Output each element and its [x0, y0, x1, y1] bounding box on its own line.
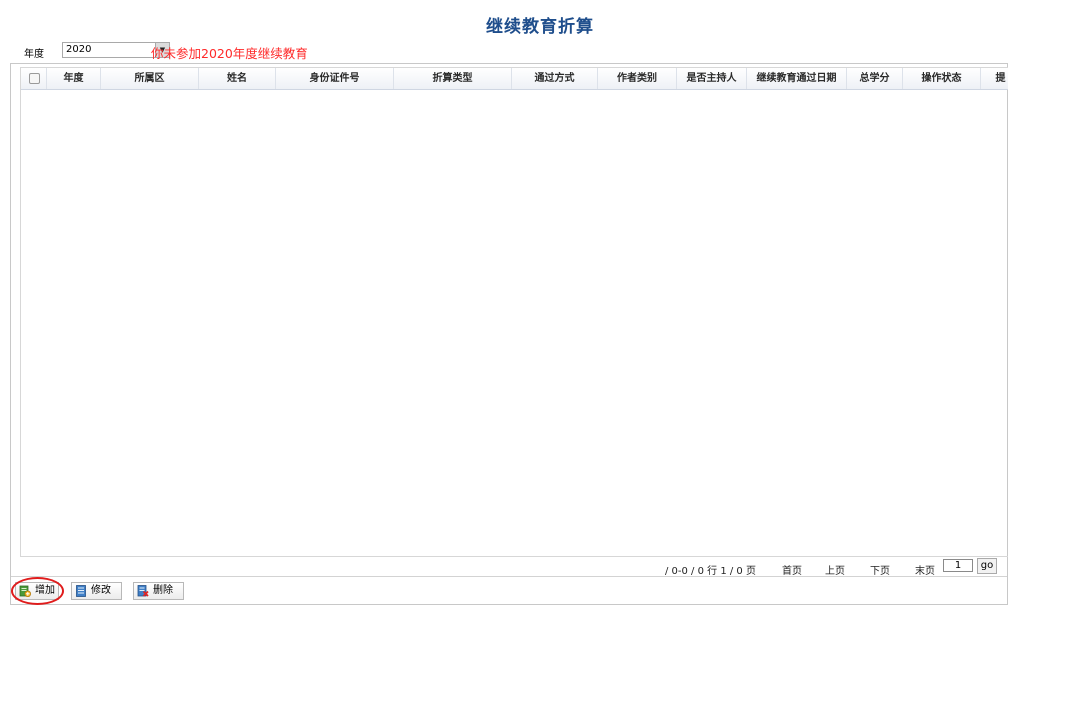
add-button[interactable]: 增加 — [15, 582, 59, 600]
col-header-conversion-type[interactable]: 折算类型 — [394, 68, 512, 89]
pager: / 0-0 / 0 行 1 / 0 页 首页 上页 下页 末页 1 go — [11, 558, 1007, 578]
last-page-link[interactable]: 末页 — [915, 562, 935, 577]
select-all-cell — [21, 68, 47, 89]
participation-notice: 你未参加2020年度继续教育 — [151, 46, 308, 61]
col-header-name[interactable]: 姓名 — [199, 68, 276, 89]
delete-button[interactable]: 删除 — [133, 582, 184, 600]
go-button[interactable]: go — [977, 558, 997, 574]
edit-button-label: 修改 — [91, 585, 111, 596]
col-header-author-type[interactable]: 作者类别 — [598, 68, 677, 89]
col-header-id-number[interactable]: 身份证件号 — [276, 68, 394, 89]
grid-panel: 年度 所属区 姓名 身份证件号 折算类型 通过方式 作者类别 是否主持人 继续教… — [10, 63, 1008, 605]
next-page-link[interactable]: 下页 — [870, 562, 890, 577]
col-header-op-status[interactable]: 操作状态 — [903, 68, 981, 89]
add-record-icon — [19, 585, 31, 597]
year-select-value: 2020 — [66, 44, 92, 55]
col-header-submit[interactable]: 提 — [981, 68, 1008, 89]
filter-bar: 年度 2020 ▼ 你未参加2020年度继续教育 — [24, 42, 624, 61]
data-grid: 年度 所属区 姓名 身份证件号 折算类型 通过方式 作者类别 是否主持人 继续教… — [20, 67, 1008, 557]
col-header-total-credits[interactable]: 总学分 — [847, 68, 903, 89]
add-button-label: 增加 — [35, 585, 55, 596]
col-header-pass-method[interactable]: 通过方式 — [512, 68, 598, 89]
col-header-district[interactable]: 所属区 — [101, 68, 199, 89]
page-number-input[interactable]: 1 — [943, 559, 973, 572]
select-all-checkbox[interactable] — [29, 73, 40, 84]
pager-info: / 0-0 / 0 行 1 / 0 页 — [665, 566, 756, 577]
col-header-pass-date[interactable]: 继续教育通过日期 — [747, 68, 847, 89]
page-title: 继续教育折算 — [486, 17, 594, 37]
delete-button-label: 删除 — [153, 585, 173, 596]
grid-header: 年度 所属区 姓名 身份证件号 折算类型 通过方式 作者类别 是否主持人 继续教… — [21, 68, 1008, 90]
edit-button[interactable]: 修改 — [71, 582, 122, 600]
col-header-year[interactable]: 年度 — [47, 68, 101, 89]
first-page-link[interactable]: 首页 — [782, 562, 802, 577]
col-header-is-host[interactable]: 是否主持人 — [677, 68, 747, 89]
toolbar: 增加 修改 删除 — [11, 576, 1007, 605]
year-label: 年度 — [24, 49, 44, 60]
delete-record-icon — [137, 585, 149, 597]
prev-page-link[interactable]: 上页 — [825, 562, 845, 577]
edit-record-icon — [76, 585, 86, 597]
